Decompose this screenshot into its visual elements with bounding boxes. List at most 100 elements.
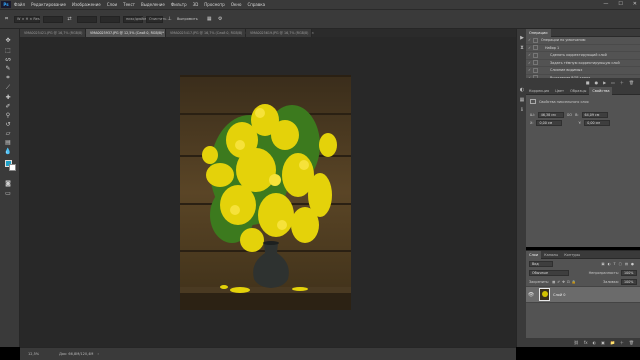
swap-icon[interactable]: ⇄: [66, 16, 73, 23]
record-icon[interactable]: ●: [595, 80, 599, 85]
trash-icon[interactable]: 🗑: [629, 80, 634, 85]
list-item[interactable]: ✓ Задать тёмную корректирующую слой: [526, 60, 640, 67]
gradient-tool-icon[interactable]: ▤: [2, 138, 14, 146]
screen-mode-icon[interactable]: ▭: [2, 189, 14, 197]
width-field[interactable]: 46,38 см: [537, 112, 564, 118]
height-field[interactable]: 64,09 см: [581, 112, 608, 118]
filter-icons[interactable]: ▣◐T▢▤●: [601, 262, 637, 266]
tab-layers[interactable]: Слои: [526, 250, 542, 259]
list-item[interactable]: ✓ Операции по умолчанию: [526, 37, 640, 45]
new-set-icon[interactable]: ▭: [611, 80, 615, 85]
tab-paths[interactable]: Контуры: [561, 251, 583, 259]
lasso-tool-icon[interactable]: ᔕ: [2, 55, 14, 63]
play-icon[interactable]: ▶: [603, 80, 606, 85]
straighten-label[interactable]: Выпрямить: [177, 17, 198, 21]
tab-properties[interactable]: Свойства: [589, 86, 613, 95]
menu-text[interactable]: Текст: [123, 2, 135, 7]
clone-stamp-icon[interactable]: ⚲: [2, 111, 14, 119]
menu-image[interactable]: Изображение: [72, 2, 101, 7]
actions-panel-icon[interactable]: ▶: [519, 35, 525, 41]
eyedropper-tool-icon[interactable]: ⟋: [2, 84, 14, 92]
zoom-level[interactable]: 12,5%: [28, 352, 39, 356]
menu-3d[interactable]: 3D: [193, 2, 199, 7]
straighten-icon[interactable]: ⊥: [166, 16, 173, 23]
blur-tool-icon[interactable]: 💧: [2, 147, 14, 155]
maximize-button[interactable]: ☐: [618, 1, 622, 7]
link-layers-icon[interactable]: ⛓: [574, 340, 579, 345]
photoshop-logo[interactable]: Ps: [1, 1, 11, 8]
fill-field[interactable]: 100%: [621, 278, 637, 285]
adjustments-panel-icon[interactable]: ◐: [519, 87, 525, 93]
tab-channels[interactable]: Каналы: [541, 251, 561, 259]
crop-resolution-field[interactable]: [100, 15, 120, 23]
tab-actions[interactable]: Операции: [526, 28, 551, 37]
layer-row[interactable]: 👁 Слой 0: [526, 286, 640, 303]
history-panel-icon[interactable]: ⧗: [519, 45, 525, 51]
stop-icon[interactable]: ■: [586, 80, 590, 85]
mask-icon[interactable]: ◐: [593, 340, 597, 345]
canvas-area[interactable]: [20, 37, 516, 347]
marquee-tool-icon[interactable]: ⬚: [2, 46, 14, 54]
lock-icons[interactable]: ▦✐✥⊡🔒: [552, 280, 578, 284]
layer-filter-select[interactable]: Вид: [529, 260, 553, 267]
list-item[interactable]: ✓ Слияние видимых: [526, 67, 640, 75]
color-panel-icon[interactable]: ▦: [519, 97, 525, 103]
move-tool-icon[interactable]: ✥: [2, 36, 14, 44]
quick-mask-icon[interactable]: ◙: [2, 179, 14, 187]
y-field[interactable]: 0,00 см: [584, 120, 611, 126]
layer-name[interactable]: Слой 0: [553, 293, 565, 297]
status-arrow-icon[interactable]: ›: [97, 352, 98, 356]
close-tab-icon[interactable]: ×: [311, 31, 314, 35]
crop-width-field[interactable]: [43, 15, 63, 23]
menu-select[interactable]: Выделение: [141, 2, 165, 7]
menu-edit[interactable]: Редактирование: [31, 2, 66, 7]
menu-filter[interactable]: Фильтр: [171, 2, 187, 7]
healing-brush-icon[interactable]: ✚: [2, 93, 14, 101]
history-brush-icon[interactable]: ↺: [2, 120, 14, 128]
tab-document-1[interactable]: VMA0025421.JPG @ 16,7% (RGB/8)×: [20, 29, 88, 37]
tab-adjustments[interactable]: Коррекция: [526, 87, 552, 95]
eye-icon[interactable]: 👁: [526, 292, 536, 298]
crop-tool-icon[interactable]: ⌗: [3, 16, 10, 23]
crop-height-field[interactable]: [77, 15, 97, 23]
layer-thumbnail[interactable]: [539, 288, 550, 301]
fx-icon[interactable]: fx: [584, 340, 588, 345]
document-image[interactable]: [180, 75, 351, 310]
tab-document-3[interactable]: VMA0025417.JPG @ 16,7% (Слой 0, RGB/8)×: [166, 29, 248, 37]
tab-swatches[interactable]: Образцы: [567, 87, 589, 95]
tab-document-4[interactable]: VMA0025619.JPG @ 16,7% (RGB/8) ×: [246, 29, 314, 37]
brush-tool-icon[interactable]: ✐: [2, 102, 14, 110]
quick-select-tool-icon[interactable]: ✎: [2, 64, 14, 72]
list-item[interactable]: ✓ Набор 1: [526, 45, 640, 52]
menu-help[interactable]: Справка: [247, 2, 265, 7]
background-color-swatch[interactable]: [9, 164, 16, 171]
new-layer-icon[interactable]: ＋: [620, 340, 624, 346]
close-button[interactable]: ✕: [633, 1, 637, 7]
tab-document-2[interactable]: VMA0025937.JPG @ 12,5% (Слой 0, RGB/8)*×: [86, 29, 170, 37]
info-panel-icon[interactable]: ℹ: [519, 107, 525, 113]
menu-layers[interactable]: Слои: [107, 2, 117, 7]
eraser-tool-icon[interactable]: ▱: [2, 129, 14, 137]
crop-tool-icon-active[interactable]: ⌗: [2, 74, 14, 82]
link-icon[interactable]: GO: [567, 113, 572, 117]
resolution-unit-select[interactable]: пикс/дюйм: [123, 15, 146, 23]
list-item[interactable]: ✓ Сделать корректирующий слой: [526, 52, 640, 60]
gear-icon[interactable]: ⚙: [217, 16, 224, 23]
menu-view[interactable]: Просмотр: [204, 2, 225, 7]
fill-label: Заливка:: [603, 279, 619, 284]
opacity-field[interactable]: 100%: [621, 269, 637, 276]
menu-window[interactable]: Окно: [231, 2, 242, 7]
y-label: Y:: [578, 121, 582, 125]
folder-icon[interactable]: 📁: [610, 340, 615, 345]
crop-ratio-select[interactable]: W × H × Res: [14, 15, 40, 23]
menu-file[interactable]: Файл: [14, 2, 25, 7]
tab-color[interactable]: Цвет: [552, 87, 567, 95]
clear-button[interactable]: Очистить: [146, 15, 166, 23]
trash-icon[interactable]: 🗑: [629, 340, 634, 345]
x-field[interactable]: 0,00 см: [536, 120, 563, 126]
adjustment-layer-icon[interactable]: ▣: [601, 340, 605, 345]
blend-mode-select[interactable]: Обычные: [529, 269, 569, 276]
new-action-icon[interactable]: ＋: [620, 80, 624, 86]
grid-overlay-icon[interactable]: ▦: [206, 16, 213, 23]
minimize-button[interactable]: —: [603, 1, 608, 7]
